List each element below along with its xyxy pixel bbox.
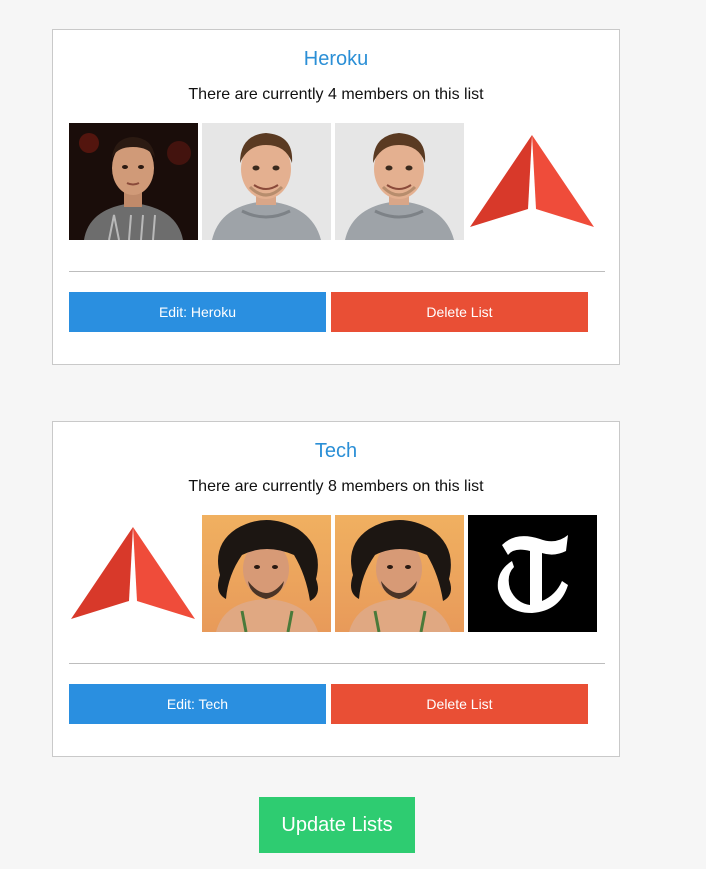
edit-list-button[interactable]: Edit: Tech: [69, 684, 326, 724]
avatar-red-arrow-logo[interactable]: [69, 515, 198, 632]
avatar-person-hoodie-photo[interactable]: [335, 123, 464, 240]
avatar-person-hoodie-photo[interactable]: [202, 123, 331, 240]
list-card-heroku: Heroku There are currently 4 members on …: [52, 29, 620, 365]
list-title: Heroku: [303, 48, 369, 70]
member-avatars: [69, 123, 609, 241]
divider: [69, 663, 605, 664]
avatar-person-curly-hair-photo[interactable]: [335, 515, 464, 632]
delete-list-button[interactable]: Delete List: [331, 292, 588, 332]
page: Heroku There are currently 4 members on …: [0, 0, 706, 869]
update-lists-button[interactable]: Update Lists: [259, 797, 415, 853]
delete-list-button[interactable]: Delete List: [331, 684, 588, 724]
member-avatars: [69, 515, 609, 633]
avatar-person-dark-photo[interactable]: [69, 123, 198, 240]
avatar-red-arrow-logo[interactable]: [468, 123, 597, 240]
avatar-nyt-logo[interactable]: [468, 515, 597, 632]
divider: [69, 271, 605, 272]
member-count-text: There are currently 8 members on this li…: [188, 478, 484, 495]
edit-list-button[interactable]: Edit: Heroku: [69, 292, 326, 332]
list-card-tech: Tech There are currently 8 members on th…: [52, 421, 620, 757]
member-count-text: There are currently 4 members on this li…: [188, 86, 484, 103]
avatar-person-curly-hair-photo[interactable]: [202, 515, 331, 632]
list-title: Tech: [314, 440, 358, 462]
